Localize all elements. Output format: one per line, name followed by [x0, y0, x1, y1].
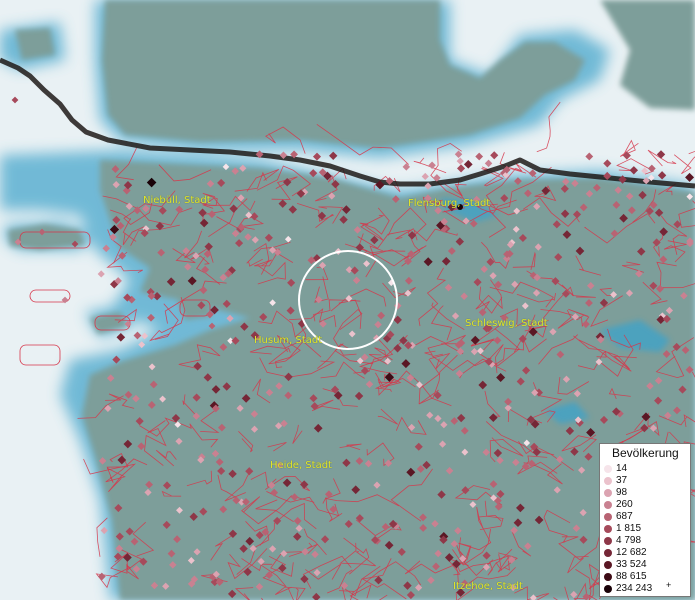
- legend-row: 98: [600, 487, 692, 499]
- legend-label: 687: [616, 511, 633, 522]
- legend-row: 1 815: [600, 523, 692, 535]
- label-flensburg: Flensburg, Stadt: [408, 198, 491, 209]
- legend-label: 234 243: [616, 583, 653, 594]
- legend-swatch: [604, 501, 612, 509]
- map-view[interactable]: Niebüll, Stadt Flensburg, Stadt Husum, S…: [0, 0, 695, 600]
- legend-swatch: [604, 573, 612, 581]
- legend-label: 88 615: [616, 571, 647, 582]
- legend-label: 1 815: [616, 523, 642, 534]
- legend-swatch: [604, 477, 612, 485]
- legend-swatch: [604, 537, 612, 545]
- legend-row: 260: [600, 499, 692, 511]
- label-schleswig: Schleswig, Stadt: [465, 318, 548, 329]
- label-niebuell: Niebüll, Stadt: [143, 195, 211, 206]
- legend-row: 234 243 +: [600, 580, 692, 595]
- legend-swatch: [604, 561, 612, 569]
- landmass-islet-nw: [15, 28, 55, 60]
- legend-row: 687: [600, 511, 692, 523]
- legend-swatch: [604, 549, 612, 557]
- legend-label: 37: [616, 475, 628, 486]
- legend-row: 37: [600, 475, 692, 487]
- legend-swatch: [604, 513, 612, 521]
- label-itzehoe: Itzehoe, Stadt: [453, 581, 523, 592]
- label-heide: Heide, Stadt: [270, 460, 332, 471]
- legend-swatch: [604, 525, 612, 533]
- legend-label: 260: [616, 499, 633, 510]
- legend-title: Bevölkerung: [612, 446, 679, 460]
- legend-label: 4 798: [616, 535, 642, 546]
- legend-row: 88 615: [600, 571, 692, 583]
- legend-label: 12 682: [616, 547, 647, 558]
- label-husum: Husum, Stadt: [254, 335, 323, 346]
- legend-swatch: [604, 585, 612, 593]
- legend-label: 14: [616, 463, 628, 474]
- legend-label: 33 524: [616, 559, 647, 570]
- legend-row: 33 524: [600, 559, 692, 571]
- map-canvas[interactable]: [0, 0, 695, 600]
- legend-row: 4 798: [600, 535, 692, 547]
- legend-row: 14: [600, 463, 692, 475]
- legend-label: 98: [616, 487, 628, 498]
- legend-swatch: [604, 465, 612, 473]
- legend-panel: Bevölkerung 14 37 98 260 687 1 815 4 798…: [599, 443, 691, 597]
- legend-swatch: [604, 489, 612, 497]
- legend-row: 12 682: [600, 547, 692, 559]
- legend-plus-mark: +: [666, 580, 672, 590]
